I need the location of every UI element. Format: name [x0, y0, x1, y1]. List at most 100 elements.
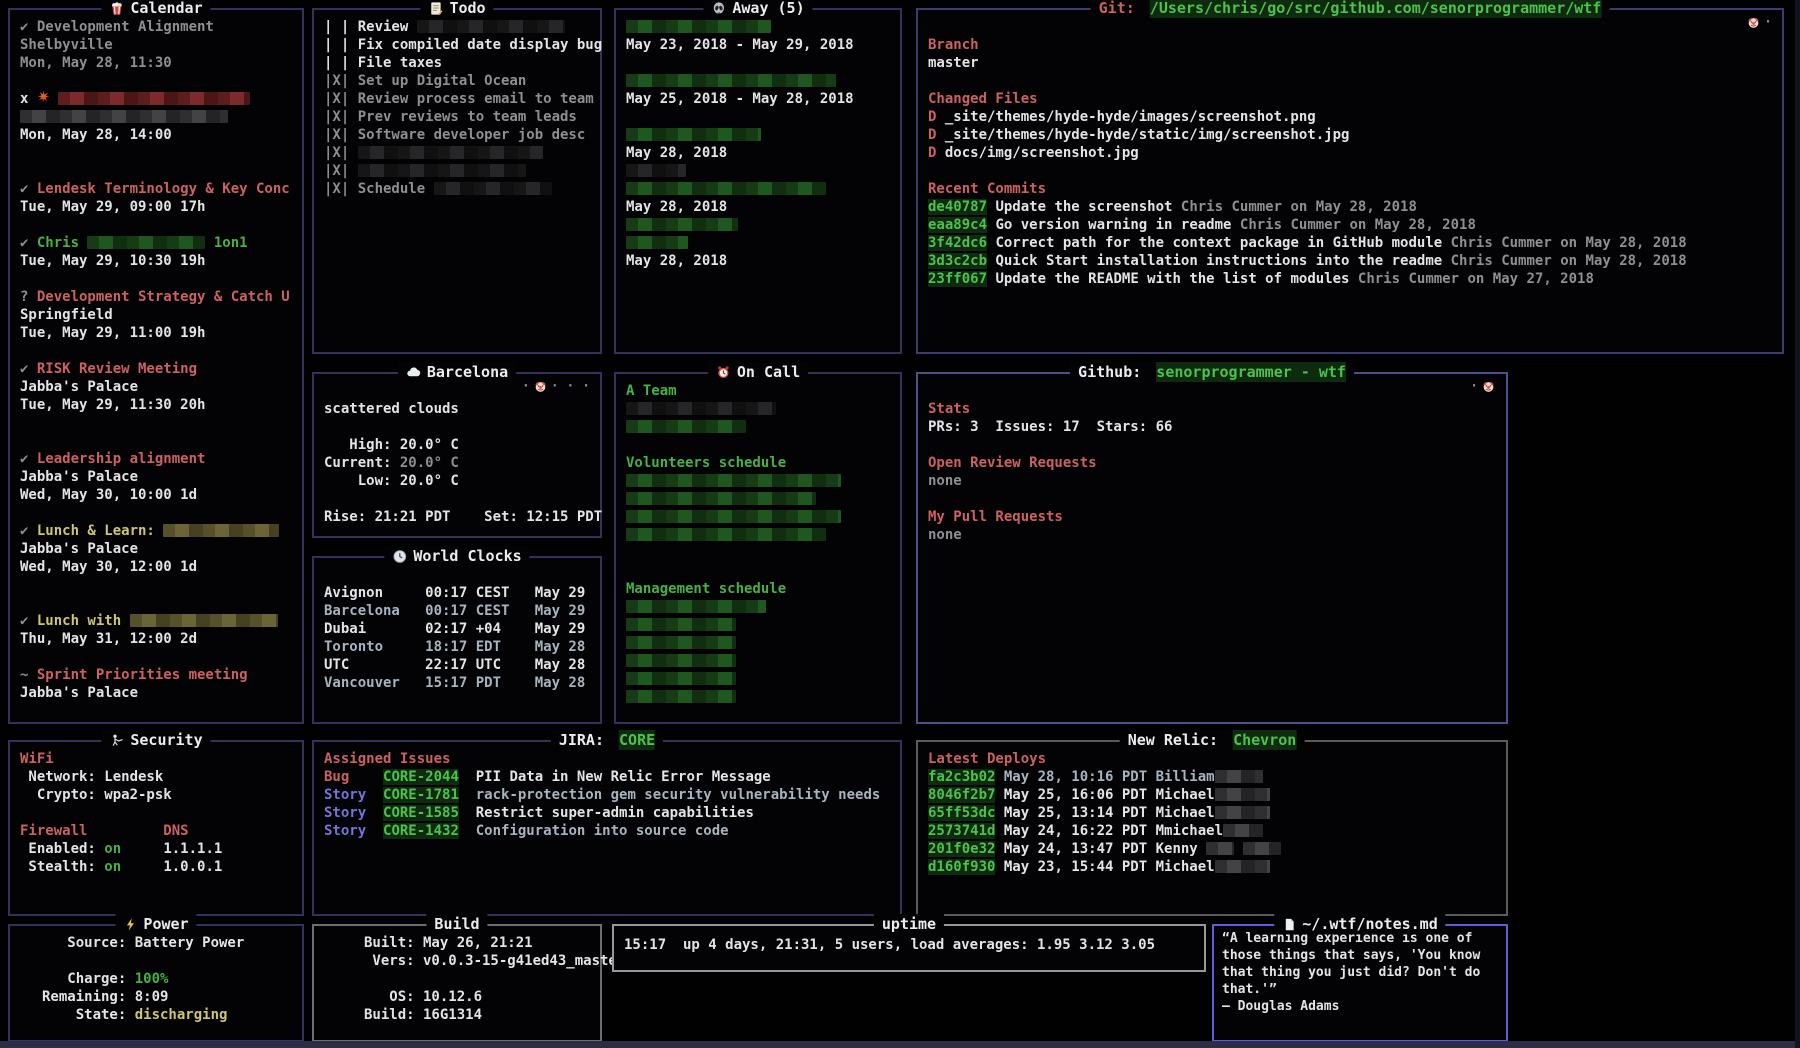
panel-body: Source: Battery Power Charge: 100%Remain… — [10, 926, 302, 1024]
panel-body: ✔ Development AlignmentShelbyvilleMon, M… — [10, 10, 302, 702]
text-line: Story CORE-1781 rack-protection gem secu… — [314, 786, 900, 804]
text-line — [918, 162, 1782, 180]
text-line — [10, 342, 302, 360]
screen-edge-right — [1795, 0, 1800, 1048]
cloud-icon — [406, 365, 421, 380]
text-segment: Chris — [37, 235, 88, 251]
pager-dots: · — [1746, 15, 1772, 30]
text-segment: Chris Cummer on May 28, 2018 — [1172, 199, 1416, 215]
text-segment: Review — [358, 19, 417, 35]
text-line — [616, 216, 900, 234]
panel-body: Assigned IssuesBug CORE-2044 PII Data in… — [314, 742, 900, 840]
text-segment: Rise: 21:21 PDT — [324, 509, 450, 525]
panel-body: BranchmasterChanged FilesD _site/themes/… — [918, 10, 1782, 288]
text-line: Tue, May 29, 11:00 19h — [10, 324, 302, 342]
fencer-icon — [109, 733, 124, 748]
redacted-text — [626, 492, 816, 505]
text-segment: ~/.wtf/notes.md — [1302, 914, 1437, 934]
text-line: ✔ RISK Review Meeting — [10, 360, 302, 378]
text-line — [10, 504, 302, 522]
text-segment: Story — [324, 805, 366, 821]
text-segment: ✔ — [20, 19, 37, 35]
panel-title: Calendar — [101, 0, 210, 18]
text-segment: Jabba's Palace — [20, 541, 138, 557]
text-line: 23ff067 Update the README with the list … — [918, 270, 1782, 288]
text-segment: Low: — [324, 473, 400, 489]
text-segment: Schedule — [358, 181, 434, 197]
redacted-text — [626, 672, 736, 685]
panel-world-clocks: World ClocksAvignon 00:17 CEST May 29Bar… — [312, 556, 602, 724]
text-segment: Toronto 18:17 EDT May 28 — [324, 639, 585, 655]
text-segment: scattered clouds — [324, 401, 459, 417]
text-segment: May 24, 13:47 PDT Kenny — [1004, 841, 1206, 857]
text-line: State: discharging — [32, 1006, 302, 1024]
text-segment: My Pull Requests — [928, 509, 1063, 525]
text-line: Springfield — [10, 306, 302, 324]
text-segment: that thing you just did? Don't do — [1222, 965, 1480, 980]
panel-body: May 23, 2018 - May 29, 2018May 25, 2018 … — [616, 10, 900, 270]
text-line: Shelbyville — [10, 36, 302, 54]
text-segment: Barcelona — [427, 362, 508, 382]
redacted-text — [626, 528, 826, 541]
text-line: PRs: 3 Issues: 17 Stars: 66 — [918, 418, 1506, 436]
text-segment: Git: — [1099, 0, 1144, 18]
text-segment: Software developer job desc — [358, 127, 586, 143]
text-segment: that.'” — [1222, 982, 1277, 997]
text-line — [616, 418, 900, 436]
text-line: |X| Software developer job desc — [314, 126, 600, 144]
redacted-text — [1215, 788, 1270, 801]
text-segment: rack-protection gem security vulnerabili… — [476, 787, 881, 803]
panel-git: Git: /Users/chris/go/src/github.com/seno… — [916, 8, 1784, 354]
redacted-text — [358, 164, 526, 177]
text-segment — [121, 859, 163, 875]
text-line: My Pull Requests — [918, 508, 1506, 526]
text-line: ✔ Lunch & Learn: — [10, 522, 302, 540]
redacted-text — [1215, 860, 1270, 873]
panel-new-relic: New Relic: ChevronLatest Deploysfa2c3b02… — [916, 740, 1508, 916]
text-line — [616, 562, 900, 580]
panel-title: New Relic: Chevron — [1120, 730, 1305, 750]
text-segment: D — [928, 127, 945, 143]
text-line — [354, 970, 600, 988]
panel-jira: JIRA: COREAssigned IssuesBug CORE-2044 P… — [312, 740, 902, 916]
panel-body: “A learning experience is one ofthose th… — [1214, 926, 1506, 1015]
text-segment: Chevron — [1233, 730, 1296, 750]
text-segment: State: — [42, 1007, 135, 1023]
redacted-text — [58, 92, 250, 105]
redacted-text — [626, 236, 688, 249]
text-segment: Todo — [449, 0, 485, 18]
panel-title: Security — [101, 730, 210, 750]
text-segment: Crypto: wpa2-psk — [20, 787, 172, 803]
text-line — [10, 648, 302, 666]
panel-title: JIRA: CORE — [551, 730, 663, 750]
text-line — [616, 652, 900, 670]
text-segment: UTC 22:17 UTC May 28 — [324, 657, 585, 673]
text-line — [10, 216, 302, 234]
text-segment: Go version warning in readme — [995, 217, 1231, 233]
panel-body: A TeamVolunteers scheduleManagement sche… — [616, 374, 900, 706]
text-segment — [459, 805, 476, 821]
text-segment: 1on1 — [205, 235, 247, 251]
terminal-screen: Calendar✔ Development AlignmentShelbyvil… — [0, 0, 1800, 1048]
text-line: 3f42dc6 Correct path for the context pac… — [918, 234, 1782, 252]
text-line: D docs/img/screenshot.jpg — [918, 144, 1782, 162]
text-segment — [995, 823, 1003, 839]
redacted-text — [163, 524, 279, 537]
text-segment: CORE-1781 — [383, 787, 459, 803]
text-segment: World Clocks — [413, 546, 521, 566]
redacted-text — [626, 636, 736, 649]
redacted-text — [626, 474, 841, 487]
text-segment: |X| — [324, 145, 358, 161]
text-line: 201f0e32 May 24, 13:47 PDT Kenny — [918, 840, 1506, 858]
redacted-text — [626, 600, 766, 613]
panel-title: Git: /Users/chris/go/src/github.com/seno… — [1091, 0, 1610, 18]
panel-title: Todo — [420, 0, 493, 18]
text-line — [314, 490, 600, 508]
text-line: OS: 10.12.6 — [354, 988, 600, 1006]
text-line: ~ Sprint Priorities meeting — [10, 666, 302, 684]
text-segment: Build — [434, 914, 479, 934]
text-line — [616, 634, 900, 652]
text-segment: 1.0.0.1 — [163, 859, 222, 875]
text-line: Stealth: on 1.0.0.1 — [10, 858, 302, 876]
text-line: Avignon 00:17 CEST May 29 — [314, 584, 600, 602]
